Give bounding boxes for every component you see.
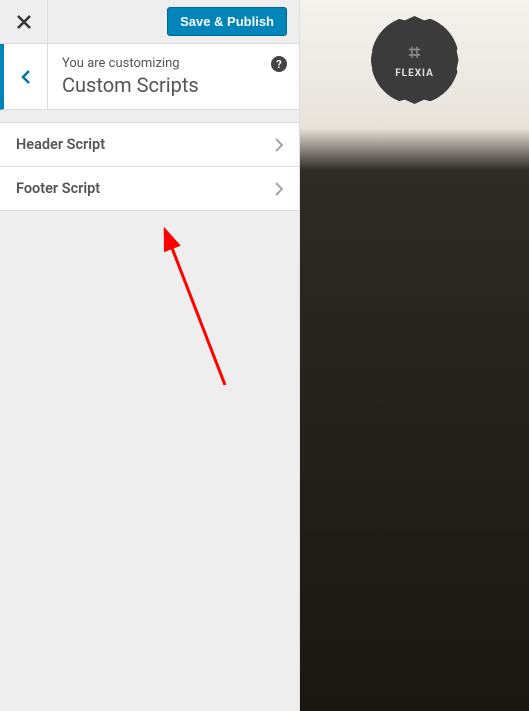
section-item-label: Footer Script (16, 180, 100, 197)
section-item-header-script[interactable]: Header Script (0, 123, 299, 167)
logo-glyph: ⌗ (409, 42, 420, 62)
header-content: You are customizing Custom Scripts ? (48, 44, 299, 109)
logo-text: FLEXIA (395, 68, 434, 79)
chevron-right-icon (275, 182, 283, 196)
section-title: Custom Scripts (62, 73, 285, 97)
preview-pane: ⌗ FLEXIA (300, 0, 529, 711)
arrow-annotation (155, 225, 245, 395)
help-icon[interactable]: ? (271, 56, 287, 72)
section-spacer (0, 110, 299, 122)
section-item-footer-script[interactable]: Footer Script (0, 167, 299, 211)
save-publish-button[interactable]: Save & Publish (167, 7, 287, 36)
section-header: You are customizing Custom Scripts ? (0, 44, 299, 110)
close-icon (17, 15, 31, 29)
badge-shape: ⌗ FLEXIA (375, 20, 455, 100)
back-button[interactable] (4, 44, 48, 109)
section-list: Header Script Footer Script (0, 122, 299, 211)
customizer-sidebar: Save & Publish You are customizing Custo… (0, 0, 300, 711)
section-item-label: Header Script (16, 136, 105, 153)
customizing-label: You are customizing (62, 56, 285, 71)
top-bar: Save & Publish (0, 0, 299, 44)
site-logo: ⌗ FLEXIA (375, 20, 455, 100)
chevron-right-icon (275, 138, 283, 152)
chevron-left-icon (21, 69, 31, 85)
close-button[interactable] (0, 0, 48, 44)
